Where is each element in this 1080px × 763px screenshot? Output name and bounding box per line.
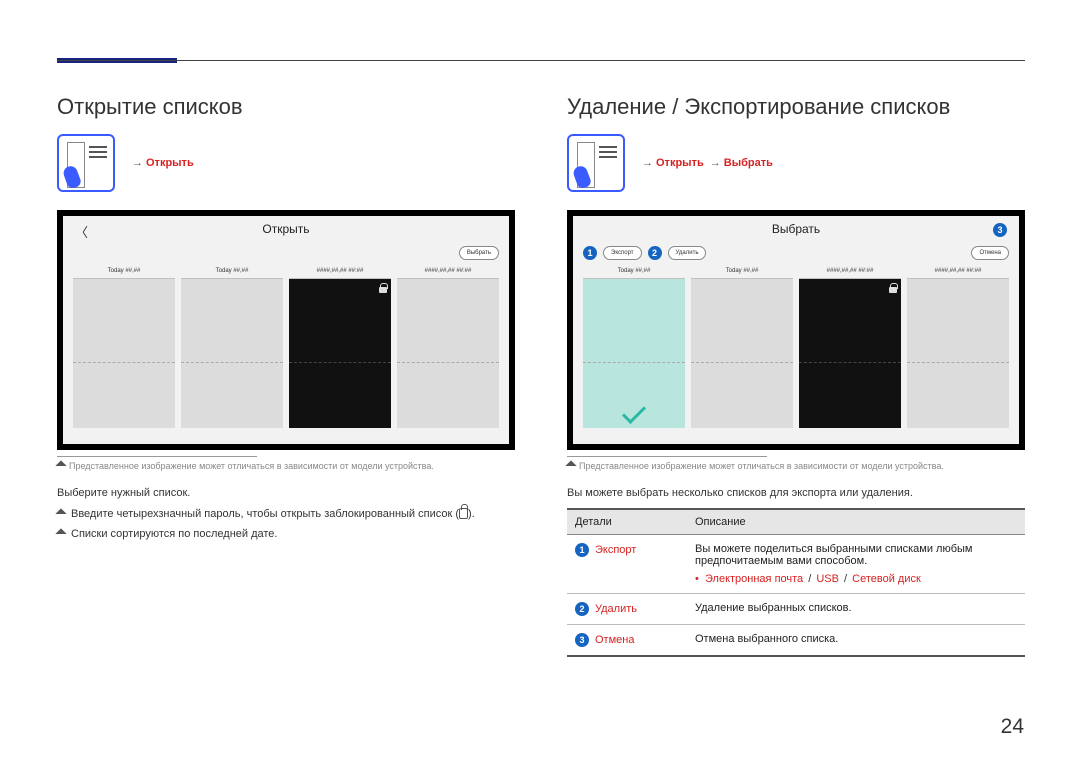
th-description: Описание <box>687 509 1025 535</box>
header-rule <box>57 60 1025 61</box>
table-row: 1 Экспорт Вы можете поделиться выбранным… <box>567 534 1025 593</box>
note-icon <box>55 508 66 519</box>
shot-title: Открыть <box>262 222 309 236</box>
row-desc: Отмена выбранного списка. <box>687 624 1025 656</box>
export-options: Электронная почта / USB / Сетевой диск <box>695 573 1017 585</box>
left-breadcrumb: →Открыть <box>129 157 194 169</box>
lock-icon <box>889 283 897 293</box>
lock-icon <box>459 508 468 519</box>
list-item[interactable]: Today ##,## <box>691 268 793 428</box>
left-caption: Представленное изображение может отличат… <box>57 461 515 471</box>
row-label-cancel: Отмена <box>595 634 634 646</box>
note-icon <box>55 460 66 471</box>
row-desc: Вы можете поделиться выбранными списками… <box>695 543 1017 567</box>
right-screenshot: Выбрать 3 1 Экспорт 2 Удалить Отмена Tod… <box>567 210 1025 450</box>
note-icon <box>55 528 66 539</box>
right-intro: Вы можете выбрать несколько списков для … <box>567 485 1025 502</box>
list-item[interactable]: Today ##,## <box>583 268 685 428</box>
select-button[interactable]: Выбрать <box>459 246 499 260</box>
callout-2: 2 <box>648 246 662 260</box>
list-item[interactable]: ####,##,## ##:## <box>397 268 499 428</box>
list-item[interactable]: Today ##,## <box>181 268 283 428</box>
left-body: Выберите нужный список. Введите четырехз… <box>57 485 515 543</box>
row-desc: Удаление выбранных списков. <box>687 593 1025 624</box>
left-column: Открытие списков →Открыть 〈 Открыть Выбр… <box>57 94 515 657</box>
list-item[interactable]: ####,##,## ##:## <box>799 268 901 428</box>
note-icon <box>565 460 576 471</box>
table-row: 2 Удалить Удаление выбранных списков. <box>567 593 1025 624</box>
export-button[interactable]: Экспорт <box>603 246 642 260</box>
cancel-button[interactable]: Отмена <box>971 246 1009 260</box>
list-item[interactable]: Today ##,## <box>73 268 175 428</box>
callout-1: 1 <box>575 543 589 557</box>
left-title: Открытие списков <box>57 94 515 120</box>
callout-1: 1 <box>583 246 597 260</box>
list-item[interactable]: ####,##,## ##:## <box>289 268 391 428</box>
row-label-export: Экспорт <box>595 544 636 556</box>
row-label-delete: Удалить <box>595 603 637 615</box>
lock-icon <box>379 283 387 293</box>
th-details: Детали <box>567 509 687 535</box>
right-column: Удаление / Экспортирование списков →Откр… <box>567 94 1025 657</box>
back-icon[interactable]: 〈 <box>75 222 88 241</box>
gesture-thumb <box>57 134 115 192</box>
right-breadcrumb: →Открыть →Выбрать <box>639 157 773 169</box>
left-screenshot: 〈 Открыть Выбрать Today ##,## Today ##,#… <box>57 210 515 450</box>
page-number: 24 <box>1001 715 1024 739</box>
check-icon <box>622 400 646 424</box>
gesture-thumb <box>567 134 625 192</box>
delete-button[interactable]: Удалить <box>668 246 707 260</box>
callout-2: 2 <box>575 602 589 616</box>
right-caption: Представленное изображение может отличат… <box>567 461 1025 471</box>
callout-3: 3 <box>575 633 589 647</box>
list-item[interactable]: ####,##,## ##:## <box>907 268 1009 428</box>
callout-3: 3 <box>993 223 1007 237</box>
details-table: Детали Описание 1 Экспорт Вы можете поде… <box>567 508 1025 657</box>
right-title: Удаление / Экспортирование списков <box>567 94 1025 120</box>
table-row: 3 Отмена Отмена выбранного списка. <box>567 624 1025 656</box>
shot-title: Выбрать <box>772 222 820 236</box>
